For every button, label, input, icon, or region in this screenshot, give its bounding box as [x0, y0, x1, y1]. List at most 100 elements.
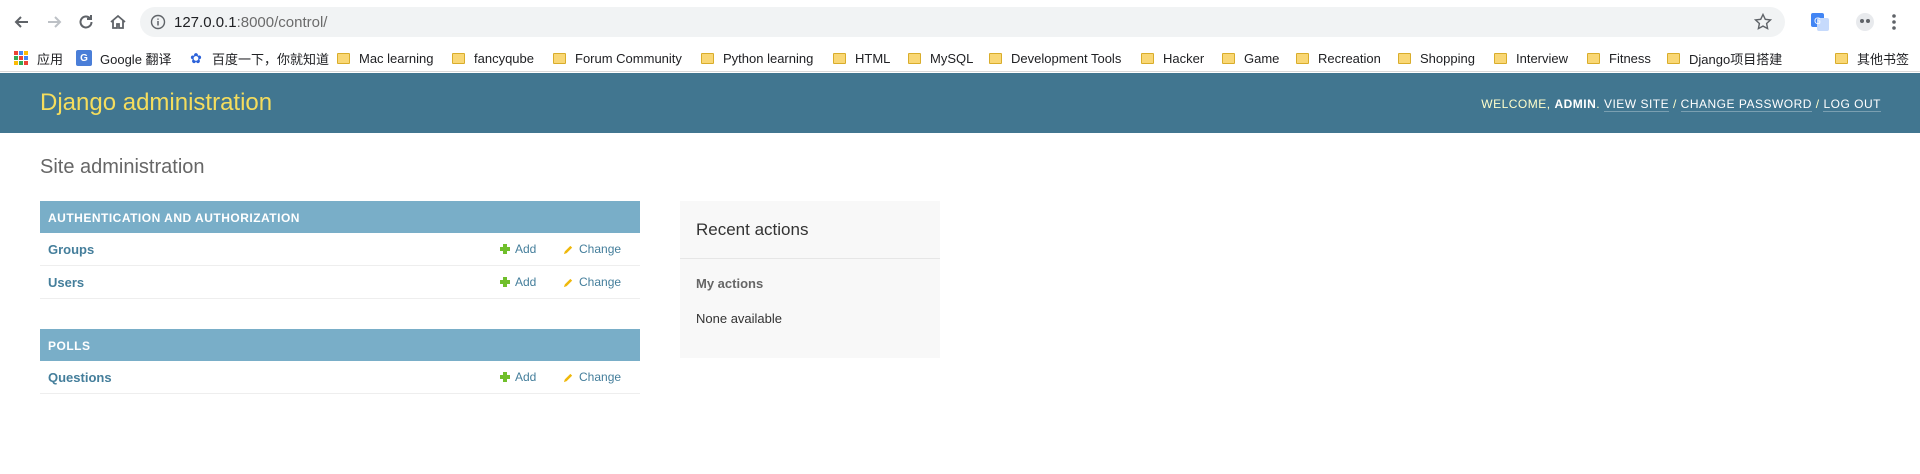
- log-out-link[interactable]: Log out: [1823, 97, 1881, 112]
- add-link[interactable]: Add: [500, 275, 536, 289]
- folder-icon: [452, 52, 465, 64]
- change-label: Change: [579, 242, 622, 256]
- bookmark-label: Google 翻译: [100, 51, 172, 67]
- model-link-groups[interactable]: Groups: [48, 242, 94, 257]
- folder-icon: [908, 52, 921, 64]
- bookmark-label: HTML: [855, 50, 891, 66]
- bookmark-label: Interview: [1516, 50, 1569, 66]
- bookmark-folder[interactable]: HTML: [833, 48, 890, 68]
- address-bar[interactable]: 127.0.0.1:8000/control/: [140, 7, 1785, 37]
- folder-icon: [1835, 52, 1848, 64]
- empty-actions-text: None available: [696, 311, 783, 326]
- bookmark-label: Mac learning: [359, 50, 434, 66]
- bookmark-folder[interactable]: Python learning: [701, 48, 813, 68]
- change-link[interactable]: Change: [563, 370, 621, 384]
- add-icon: [500, 277, 510, 287]
- divider: [680, 258, 940, 259]
- bookmark-folder[interactable]: Recreation: [1296, 48, 1381, 68]
- bookmark-folder[interactable]: Fitness: [1587, 48, 1651, 68]
- bookmark-folder[interactable]: MySQL: [908, 48, 973, 68]
- folder-icon: [1296, 52, 1309, 64]
- bookmark-label: fancyqube: [474, 50, 534, 66]
- bookmark-folder[interactable]: Hacker: [1141, 48, 1204, 68]
- home-icon: [110, 14, 126, 29]
- bookmark-folder[interactable]: Django项目搭建: [1667, 48, 1782, 68]
- bookmark-label: 百度一下，你就知道: [212, 51, 330, 67]
- module-caption[interactable]: Polls: [40, 329, 640, 361]
- app-module-polls: Polls Questions Add Change: [40, 329, 640, 394]
- change-link[interactable]: Change: [563, 275, 621, 289]
- change-link[interactable]: Change: [563, 242, 621, 256]
- bookmark-folder[interactable]: Interview: [1494, 48, 1568, 68]
- change-label: Change: [579, 370, 622, 384]
- bookmark-folder[interactable]: fancyqube: [452, 48, 534, 68]
- back-arrow-icon: [14, 16, 28, 28]
- bookmark-folder[interactable]: Game: [1222, 48, 1279, 68]
- bookmark-label: Fitness: [1609, 50, 1651, 66]
- bookmark-label: Shopping: [1420, 50, 1475, 66]
- apps-icon: [14, 51, 28, 65]
- folder-icon: [337, 52, 350, 64]
- add-link[interactable]: Add: [500, 370, 536, 384]
- folder-icon: [1141, 52, 1154, 64]
- change-password-link[interactable]: Change password: [1680, 97, 1812, 112]
- bookmark-label: Django项目搭建: [1689, 51, 1783, 67]
- site-branding[interactable]: Django administration: [40, 89, 272, 117]
- forward-arrow-icon: [48, 16, 62, 28]
- view-site-link[interactable]: View site: [1603, 97, 1670, 112]
- add-link[interactable]: Add: [500, 242, 536, 256]
- bookmark-baidu[interactable]: ✿ 百度一下，你就知道: [188, 48, 329, 68]
- separator: /: [1672, 97, 1677, 111]
- folder-icon: [833, 52, 846, 64]
- reload-icon: [79, 15, 93, 29]
- folder-icon: [1222, 52, 1235, 64]
- translate-extension-icon[interactable]: G: [1809, 11, 1831, 33]
- svg-text:G: G: [1814, 17, 1821, 27]
- user-tools: Welcome, admin. View site / Change passw…: [1481, 97, 1881, 112]
- pencil-icon: [563, 373, 573, 382]
- bookmark-label: Recreation: [1318, 50, 1381, 66]
- add-label: Add: [515, 275, 537, 289]
- bookmark-label: Forum Community: [575, 50, 682, 66]
- pencil-icon: [563, 245, 573, 254]
- url-text: 127.0.0.1:8000/control/: [174, 14, 327, 31]
- baidu-icon: ✿: [190, 50, 202, 66]
- bookmark-label: Game: [1244, 50, 1280, 66]
- bookmark-folder[interactable]: Mac learning: [337, 48, 433, 68]
- module-caption[interactable]: Authentication and Authorization: [40, 201, 640, 233]
- bookmark-google-translate[interactable]: G Google 翻译: [76, 48, 172, 68]
- bookmark-label: Python learning: [723, 50, 814, 66]
- model-link-users[interactable]: Users: [48, 275, 84, 290]
- folder-icon: [1667, 52, 1680, 64]
- model-row: Questions Add Change: [40, 361, 640, 394]
- separator: /: [1815, 97, 1820, 111]
- model-row: Users Add Change: [40, 266, 640, 299]
- bookmark-folder[interactable]: Forum Community: [553, 48, 682, 68]
- bookmark-folder[interactable]: Development Tools: [989, 48, 1121, 68]
- add-icon: [500, 372, 510, 382]
- add-label: Add: [515, 242, 537, 256]
- forward-button[interactable]: [40, 8, 68, 36]
- bookmark-other[interactable]: 其他书签: [1835, 48, 1909, 68]
- change-label: Change: [579, 275, 622, 289]
- info-icon[interactable]: [150, 14, 166, 30]
- back-button[interactable]: [8, 8, 36, 36]
- bookmark-label: Development Tools: [1011, 50, 1122, 66]
- model-link-questions[interactable]: Questions: [48, 370, 112, 385]
- folder-icon: [1398, 52, 1411, 64]
- bookmark-apps[interactable]: 应用: [14, 48, 63, 68]
- profile-avatar-icon[interactable]: [1854, 11, 1876, 33]
- folder-icon: [989, 52, 1002, 64]
- bookmark-folder[interactable]: Shopping: [1398, 48, 1475, 68]
- browser-menu-icon[interactable]: [1887, 11, 1901, 33]
- home-button[interactable]: [104, 8, 132, 36]
- url-host: 127.0.0.1: [174, 14, 237, 31]
- pencil-icon: [563, 278, 573, 287]
- bookmarks-bar: 应用 G Google 翻译 ✿ 百度一下，你就知道 Mac learning fa…: [0, 44, 1920, 72]
- add-label: Add: [515, 370, 537, 384]
- bookmark-label: Hacker: [1163, 50, 1205, 66]
- bookmark-label: 其他书签: [1857, 51, 1910, 67]
- reload-button[interactable]: [72, 8, 100, 36]
- bookmark-star-icon[interactable]: [1753, 12, 1773, 32]
- folder-icon: [553, 52, 566, 64]
